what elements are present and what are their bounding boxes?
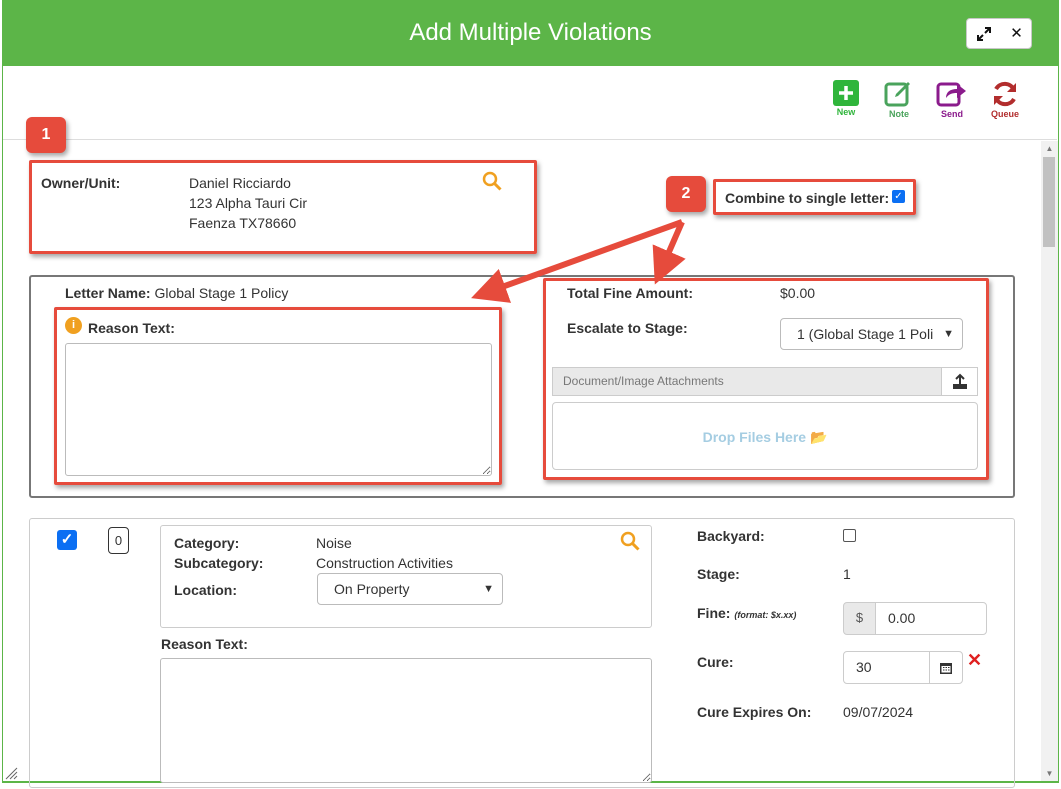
letter-name-row: Letter Name: Global Stage 1 Policy: [65, 285, 288, 301]
resize-grip-icon[interactable]: [4, 766, 18, 783]
violation-checkbox[interactable]: ✓: [57, 530, 77, 550]
note-label: Note: [889, 109, 909, 119]
letter-name-value: Global Stage 1 Policy: [154, 285, 289, 301]
cure-input[interactable]: 30: [843, 651, 930, 684]
fine-format-hint: (format: $x.xx): [734, 610, 797, 620]
annotation-box-fine: [543, 278, 989, 480]
send-icon: [936, 82, 966, 107]
subcategory-label: Subcategory:: [174, 555, 264, 571]
scroll-down-arrow-icon[interactable]: ▼: [1041, 767, 1058, 781]
plus-icon: [833, 80, 859, 106]
annotation-box-reason: [54, 307, 502, 485]
violation-count-badge: 0: [108, 527, 129, 554]
location-value: On Property: [334, 581, 410, 597]
toolbar-divider: [3, 139, 1057, 140]
violation-reason-label: Reason Text:: [161, 636, 248, 652]
category-search-icon[interactable]: [620, 531, 640, 554]
scroll-up-arrow-icon[interactable]: ▲: [1041, 142, 1058, 156]
cure-expires-label: Cure Expires On:: [697, 704, 812, 720]
cure-expires-value: 09/07/2024: [843, 704, 914, 720]
note-button[interactable]: Note: [879, 80, 919, 119]
category-value: Noise: [316, 535, 352, 551]
violation-reason-textarea[interactable]: [160, 658, 652, 783]
letter-name-label: Letter Name:: [65, 285, 151, 301]
annotation-badge-2: 2: [666, 176, 706, 212]
stage-label: Stage:: [697, 566, 740, 582]
send-label: Send: [940, 109, 963, 119]
scrollbar-thumb[interactable]: [1043, 157, 1055, 247]
annotation-box-combine: [713, 179, 916, 215]
new-label: New: [836, 107, 856, 117]
clear-cure-icon[interactable]: ✕: [967, 650, 982, 671]
stage-value: 1: [843, 566, 851, 582]
edit-icon: [884, 82, 910, 107]
annotation-box-owner: [29, 160, 537, 254]
subcategory-value: Construction Activities: [316, 555, 453, 571]
fine-currency-addon: $: [843, 602, 876, 635]
queue-button[interactable]: Queue: [985, 80, 1025, 119]
calendar-button[interactable]: [929, 651, 963, 684]
refresh-icon: [994, 81, 1016, 107]
chevron-down-icon: ▼: [483, 583, 494, 595]
send-button[interactable]: Send: [932, 80, 972, 119]
queue-label: Queue: [990, 109, 1019, 119]
expand-icon[interactable]: [967, 19, 1000, 48]
fine-label: Fine:: [697, 605, 731, 621]
backyard-label: Backyard:: [697, 528, 765, 544]
backyard-checkbox[interactable]: [843, 529, 856, 542]
new-button[interactable]: New: [826, 80, 866, 117]
dialog-title: Add Multiple Violations: [409, 19, 652, 46]
location-label: Location:: [174, 582, 237, 598]
cure-label: Cure:: [697, 654, 734, 670]
location-select[interactable]: On Property ▼: [317, 573, 503, 605]
window-controls: ✕: [966, 18, 1032, 49]
category-label: Category:: [174, 535, 240, 551]
dialog-titlebar: Add Multiple Violations: [2, 0, 1059, 66]
close-button[interactable]: ✕: [1000, 19, 1033, 48]
calendar-icon: [940, 663, 952, 674]
fine-label-row: Fine: (format: $x.xx): [697, 605, 796, 621]
fine-input[interactable]: 0.00: [875, 602, 987, 635]
annotation-badge-1: 1: [26, 117, 66, 153]
